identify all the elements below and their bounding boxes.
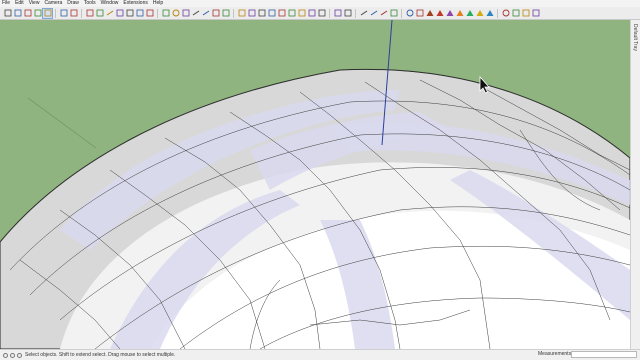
pencil-icon[interactable]: [379, 9, 388, 18]
car-icon[interactable]: [257, 9, 266, 18]
lasso-icon[interactable]: [13, 9, 22, 18]
dome-model: [0, 20, 630, 349]
pointer-icon[interactable]: [42, 7, 53, 19]
toolbar: [0, 7, 640, 20]
select-icon[interactable]: [3, 9, 12, 18]
menu-view[interactable]: View: [29, 0, 40, 7]
share-icon[interactable]: [531, 9, 540, 18]
model-info-icon[interactable]: [267, 9, 276, 18]
layer-icon[interactable]: [115, 9, 124, 18]
toolbar-separator: [157, 8, 158, 18]
offset-icon[interactable]: [221, 9, 230, 18]
terrain-purple-icon[interactable]: [445, 9, 454, 18]
toolbar-separator: [329, 8, 330, 18]
move-icon[interactable]: [69, 9, 78, 18]
toolbar-separator: [81, 8, 82, 18]
menu-help[interactable]: Help: [153, 0, 163, 7]
geo-location-icon[interactable]: [405, 9, 414, 18]
tray-label[interactable]: Default Tray: [632, 24, 638, 51]
circle-icon[interactable]: [171, 9, 180, 18]
measurements-label: Measurements: [538, 351, 572, 357]
measurements-input[interactable]: [571, 351, 637, 358]
line-tool-icon[interactable]: [359, 9, 368, 18]
follow-me-icon[interactable]: [389, 9, 398, 18]
rectangle-icon[interactable]: [161, 9, 170, 18]
sketchup-window: File Edit View Camera Draw Tools Window …: [0, 0, 640, 360]
arc-icon[interactable]: [191, 9, 200, 18]
axes-icon[interactable]: [145, 9, 154, 18]
eraser-icon[interactable]: [23, 9, 32, 18]
status-message: Select objects. Shift to extend select. …: [25, 352, 176, 358]
paint-bucket-icon[interactable]: [33, 9, 42, 18]
polygon-icon[interactable]: [181, 9, 190, 18]
grid-icon[interactable]: [333, 9, 342, 18]
arc-tool-icon[interactable]: [369, 9, 378, 18]
dimension-icon[interactable]: [307, 9, 316, 18]
component-icon[interactable]: [85, 9, 94, 18]
export-icon[interactable]: [521, 9, 530, 18]
menu-window[interactable]: Window: [101, 0, 119, 7]
terrain-green-icon[interactable]: [465, 9, 474, 18]
add-location-icon[interactable]: [415, 9, 424, 18]
group-icon[interactable]: [95, 9, 104, 18]
menu-edit[interactable]: Edit: [15, 0, 24, 7]
settings-icon[interactable]: [501, 9, 510, 18]
toolbar-separator: [355, 8, 356, 18]
section-icon[interactable]: [135, 9, 144, 18]
menu-bar: File Edit View Camera Draw Tools Window …: [0, 0, 640, 7]
outliner-icon[interactable]: [105, 9, 114, 18]
toolbar-separator: [497, 8, 498, 18]
component-browser-icon[interactable]: [343, 9, 352, 18]
terrain-yellow-icon[interactable]: [475, 9, 484, 18]
menu-draw[interactable]: Draw: [67, 0, 79, 7]
default-tray[interactable]: Default Tray: [630, 20, 640, 349]
menu-camera[interactable]: Camera: [44, 0, 62, 7]
terrain-red-icon[interactable]: [435, 9, 444, 18]
camera-icon[interactable]: [237, 9, 246, 18]
protractor-icon[interactable]: [287, 9, 296, 18]
terrain-blue-icon[interactable]: [485, 9, 494, 18]
freehand-icon[interactable]: [211, 9, 220, 18]
toolbar-separator: [401, 8, 402, 18]
extension-icon[interactable]: [511, 9, 520, 18]
menu-file[interactable]: File: [2, 0, 10, 7]
text-icon[interactable]: [297, 9, 306, 18]
line-icon[interactable]: [201, 9, 210, 18]
help-status-icon[interactable]: [17, 352, 22, 358]
geo-status-icon[interactable]: [3, 352, 8, 358]
terrain-icon[interactable]: [425, 9, 434, 18]
toolbar-separator: [233, 8, 234, 18]
tape-measure-icon[interactable]: [277, 9, 286, 18]
menu-tools[interactable]: Tools: [84, 0, 96, 7]
model-viewport[interactable]: [0, 20, 630, 349]
status-icons: [3, 352, 22, 358]
menu-extensions[interactable]: Extensions: [123, 0, 147, 7]
scenes-icon[interactable]: [125, 9, 134, 18]
pushpull-icon[interactable]: [59, 9, 68, 18]
toolbar-separator: [55, 8, 56, 18]
credits-icon[interactable]: [10, 352, 15, 358]
3d-text-icon[interactable]: [317, 9, 326, 18]
house-icon[interactable]: [247, 9, 256, 18]
terrain-orange-icon[interactable]: [455, 9, 464, 18]
mouse-cursor-icon: [479, 76, 490, 94]
